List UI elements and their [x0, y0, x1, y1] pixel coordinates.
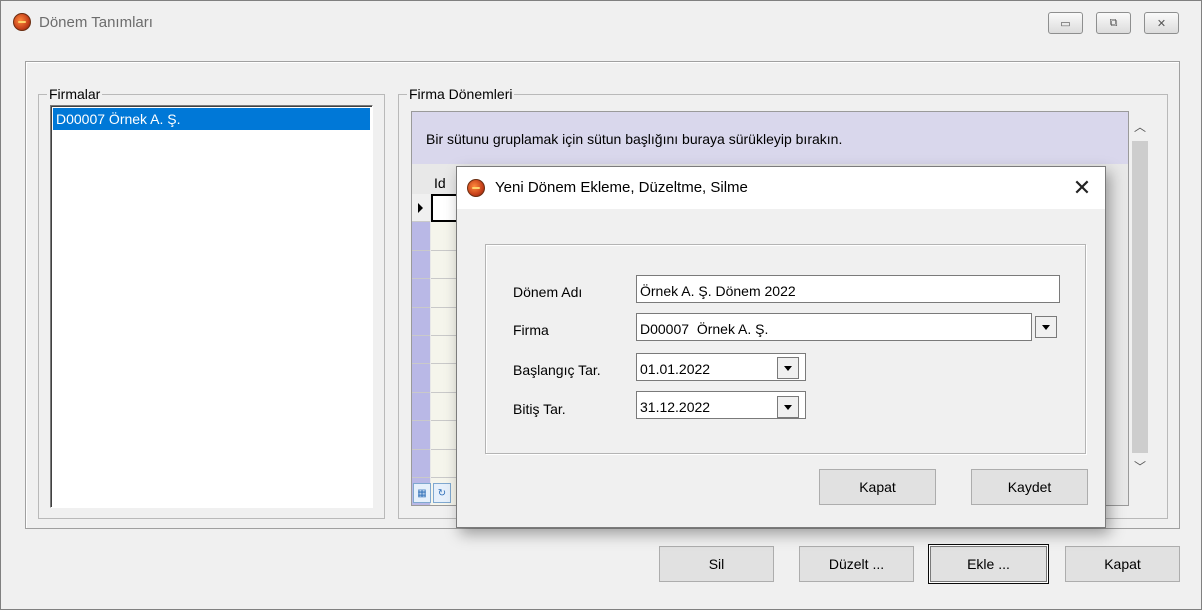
row-indicator[interactable] [412, 307, 430, 336]
close-button[interactable]: ✕ [1144, 12, 1179, 34]
baslangic-dropdown-icon[interactable] [777, 357, 799, 379]
firma-donemleri-label: Firma Dönemleri [407, 86, 515, 102]
scroll-thumb[interactable] [1132, 141, 1148, 453]
current-row-indicator[interactable] [412, 194, 430, 223]
close-icon: ✕ [1156, 17, 1167, 30]
sil-button[interactable]: Sil [659, 546, 774, 582]
app-icon [13, 13, 31, 31]
row-indicator[interactable] [412, 279, 430, 308]
bitis-label: Bitiş Tar. [513, 401, 566, 417]
row-indicator[interactable] [412, 449, 430, 478]
main-window: Dönem Tanımları ▭ ⧉ ✕ Firmalar D00007 Ör… [0, 0, 1202, 610]
dialog-close-icon[interactable]: ✕ [1069, 175, 1095, 201]
donem-adi-input[interactable] [636, 275, 1060, 303]
minimize-icon: ▭ [1060, 17, 1071, 30]
duzelt-button[interactable]: Düzelt ... [799, 546, 914, 582]
row-indicator[interactable] [412, 335, 430, 365]
refresh-icon[interactable]: ↻ [433, 483, 451, 503]
dialog-kapat-button[interactable]: Kapat [819, 469, 936, 505]
yeni-donem-dialog: Yeni Dönem Ekleme, Düzeltme, Silme ✕ Dön… [456, 166, 1106, 528]
minimize-button[interactable]: ▭ [1048, 12, 1083, 34]
dialog-title: Yeni Dönem Ekleme, Düzeltme, Silme [495, 179, 748, 196]
row-indicator[interactable] [412, 222, 430, 251]
dialog-app-icon [467, 179, 485, 197]
restore-icon: ⧉ [1109, 16, 1118, 29]
firma-select[interactable] [636, 313, 1032, 341]
column-header-id[interactable]: Id [434, 175, 446, 191]
export-icon[interactable]: ▦ [413, 483, 431, 503]
scroll-up-icon[interactable]: ︿ [1129, 115, 1151, 137]
dialog-title-bar[interactable]: Yeni Dönem Ekleme, Düzeltme, Silme ✕ [457, 167, 1105, 209]
firmalar-label: Firmalar [47, 86, 103, 102]
row-indicator[interactable] [412, 392, 430, 422]
firmalar-listbox[interactable]: D00007 Örnek A. Ş. [50, 105, 373, 508]
row-indicator[interactable] [412, 421, 430, 450]
baslangic-label: Başlangıç Tar. [513, 362, 601, 378]
group-by-hint: Bir sütunu gruplamak için sütun başlığın… [426, 131, 843, 147]
window-title: Dönem Tanımları [39, 14, 153, 31]
restore-button[interactable]: ⧉ [1096, 12, 1131, 34]
vertical-scrollbar[interactable]: ︿ ﹀ [1129, 111, 1151, 485]
scroll-down-icon[interactable]: ﹀ [1129, 455, 1151, 477]
bitis-dropdown-icon[interactable] [777, 396, 799, 418]
donem-adi-label: Dönem Adı [513, 284, 583, 300]
firma-label: Firma [513, 322, 549, 338]
title-bar[interactable]: Dönem Tanımları ▭ ⧉ ✕ [1, 1, 1201, 45]
group-by-panel[interactable]: Bir sütunu gruplamak için sütun başlığın… [412, 112, 1128, 164]
row-indicator[interactable] [412, 364, 430, 393]
kapat-main-button[interactable]: Kapat [1065, 546, 1180, 582]
firma-dropdown-icon[interactable] [1035, 316, 1057, 338]
dialog-kaydet-button[interactable]: Kaydet [971, 469, 1088, 505]
row-indicator[interactable] [412, 250, 430, 280]
grid-navigator: ▦ ↻ [413, 483, 453, 505]
ekle-button[interactable]: Ekle ... [928, 544, 1049, 584]
row-indicator-column [412, 194, 430, 505]
list-item[interactable]: D00007 Örnek A. Ş. [53, 108, 370, 130]
